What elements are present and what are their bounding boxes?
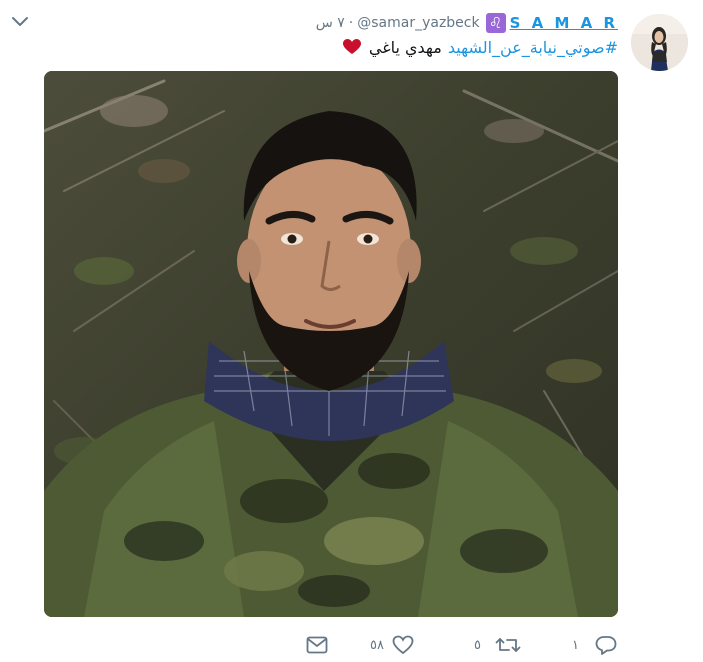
photo-image <box>44 71 618 617</box>
red-heart-emoji <box>342 39 361 55</box>
like-button[interactable]: ٥٨ <box>370 630 414 660</box>
time-separator: · <box>348 15 354 31</box>
reply-icon <box>595 636 617 655</box>
envelope-icon <box>306 636 328 654</box>
tweet-text: #صوتي_نيابة_عن_الشهيد مهدي ياغي <box>342 35 618 59</box>
tweet-header: ٧ س · @samar_yazbeck ♌ S A M A R <box>316 12 618 34</box>
reply-button[interactable]: ١ <box>572 630 617 660</box>
avatar-photo <box>631 14 688 71</box>
leo-sign-icon: ♌ <box>485 13 506 33</box>
tweet-timestamp[interactable]: ٧ س <box>316 15 345 31</box>
tweet-actions: ٥٨ ٥ ١ <box>0 630 703 660</box>
retweet-count: ٥ <box>474 637 481 653</box>
retweet-button[interactable]: ٥ <box>474 630 521 660</box>
user-display-name[interactable]: S A M A R <box>510 14 618 32</box>
heart-icon <box>392 635 414 655</box>
direct-message-button[interactable] <box>306 630 328 660</box>
tweet-body-text: مهدي ياغي <box>368 37 442 57</box>
retweet-icon <box>495 638 521 652</box>
tweet[interactable]: ٧ س · @samar_yazbeck ♌ S A M A R #صوتي_ن… <box>0 0 703 662</box>
reply-count: ١ <box>572 637 579 653</box>
hashtag-link[interactable]: #صوتي_نيابة_عن_الشهيد <box>448 38 618 57</box>
more-options-button[interactable] <box>10 14 30 30</box>
tweet-photo[interactable] <box>44 71 618 617</box>
user-handle[interactable]: @samar_yazbeck <box>357 15 479 31</box>
user-avatar[interactable] <box>631 14 688 71</box>
chevron-down-icon <box>12 17 28 26</box>
like-count: ٥٨ <box>370 637 384 653</box>
